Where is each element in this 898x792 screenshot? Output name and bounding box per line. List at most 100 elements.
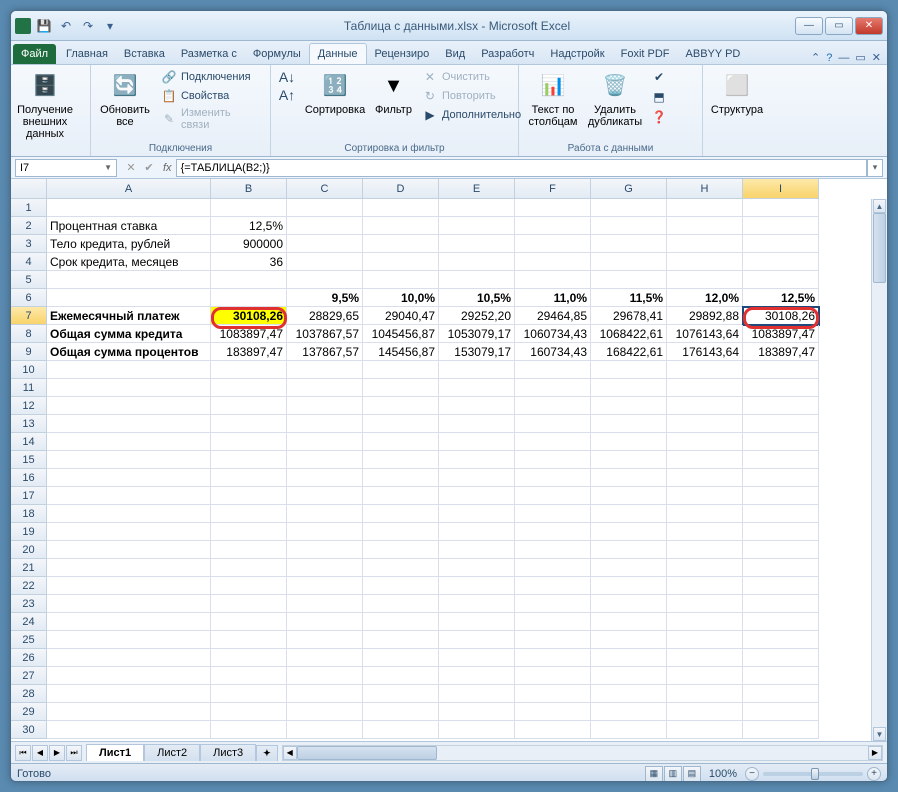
col-header-B[interactable]: B (211, 179, 287, 199)
cell[interactable] (667, 253, 743, 271)
cell[interactable] (591, 271, 667, 289)
cell[interactable] (743, 433, 819, 451)
cell[interactable] (363, 199, 439, 217)
row-header[interactable]: 2 (11, 217, 47, 235)
cell[interactable]: Общая сумма кредита (47, 325, 211, 343)
cell[interactable] (439, 235, 515, 253)
cell[interactable] (743, 487, 819, 505)
cell[interactable] (47, 685, 211, 703)
cell[interactable] (515, 487, 591, 505)
cell[interactable] (211, 451, 287, 469)
cell[interactable] (211, 289, 287, 307)
cell[interactable] (439, 667, 515, 685)
cell[interactable] (743, 415, 819, 433)
cell[interactable] (211, 613, 287, 631)
cell[interactable] (287, 379, 363, 397)
cell[interactable] (439, 685, 515, 703)
cell[interactable] (439, 523, 515, 541)
cell[interactable] (667, 451, 743, 469)
cell[interactable] (515, 415, 591, 433)
cell[interactable] (515, 253, 591, 271)
cell[interactable] (743, 613, 819, 631)
cell[interactable]: 1083897,47 (743, 325, 819, 343)
cell[interactable]: Процентная ставка (47, 217, 211, 235)
cell[interactable] (743, 541, 819, 559)
cell[interactable]: 28829,65 (287, 307, 363, 325)
text-to-columns-button[interactable]: 📊 Текст по столбцам (525, 68, 581, 130)
cell[interactable] (439, 487, 515, 505)
reapply-button[interactable]: ↻Повторить (420, 87, 523, 105)
cell[interactable] (667, 469, 743, 487)
cell[interactable] (363, 361, 439, 379)
cell[interactable] (287, 487, 363, 505)
cell[interactable] (211, 667, 287, 685)
cell[interactable] (363, 415, 439, 433)
cell[interactable] (287, 433, 363, 451)
redo-icon[interactable]: ↷ (79, 17, 97, 35)
cell[interactable]: 145456,87 (363, 343, 439, 361)
cell[interactable] (47, 415, 211, 433)
doc-close-icon[interactable]: ✕ (872, 51, 881, 64)
cell[interactable] (591, 199, 667, 217)
cell[interactable] (667, 235, 743, 253)
select-all-corner[interactable] (11, 179, 47, 199)
fx-icon[interactable]: fx (163, 162, 172, 174)
cell[interactable] (363, 631, 439, 649)
cell[interactable] (515, 523, 591, 541)
cell[interactable] (667, 541, 743, 559)
row-header[interactable]: 25 (11, 631, 47, 649)
cell[interactable] (667, 217, 743, 235)
connections-button[interactable]: 🔗Подключения (159, 68, 264, 86)
cell[interactable] (287, 361, 363, 379)
cell[interactable] (667, 199, 743, 217)
row-header[interactable]: 27 (11, 667, 47, 685)
cell[interactable]: 153079,17 (439, 343, 515, 361)
tab-Разметка с[interactable]: Разметка с (173, 44, 245, 64)
undo-icon[interactable]: ↶ (57, 17, 75, 35)
cell[interactable] (591, 469, 667, 487)
cell[interactable] (439, 199, 515, 217)
col-header-I[interactable]: I (743, 179, 819, 199)
cell[interactable] (287, 451, 363, 469)
cell[interactable] (591, 433, 667, 451)
cell[interactable] (287, 415, 363, 433)
cell[interactable] (47, 667, 211, 685)
cell[interactable]: 1053079,17 (439, 325, 515, 343)
cell[interactable] (363, 253, 439, 271)
cell[interactable] (667, 271, 743, 289)
cell[interactable]: 1060734,43 (515, 325, 591, 343)
cell[interactable]: 1083897,47 (211, 325, 287, 343)
cell[interactable] (591, 397, 667, 415)
cell[interactable] (47, 289, 211, 307)
namebox-dropdown-icon[interactable]: ▼ (104, 163, 112, 172)
cell[interactable] (515, 541, 591, 559)
ribbon-minimize-icon[interactable]: ⌃ (811, 51, 820, 64)
row-header[interactable]: 4 (11, 253, 47, 271)
cell[interactable] (47, 451, 211, 469)
whatif-button[interactable]: ❓ (649, 108, 669, 126)
cell[interactable]: 183897,47 (211, 343, 287, 361)
name-box[interactable]: I7▼ (15, 159, 117, 177)
spreadsheet-grid[interactable]: ABCDEFGHI 12Процентная ставка12,5%3Тело … (11, 179, 887, 741)
cell[interactable] (515, 433, 591, 451)
cell[interactable] (667, 559, 743, 577)
scroll-down-icon[interactable]: ▼ (873, 727, 886, 741)
sheet-tab-Лист2[interactable]: Лист2 (144, 744, 200, 761)
row-header[interactable]: 11 (11, 379, 47, 397)
cell[interactable] (211, 469, 287, 487)
cell[interactable] (47, 505, 211, 523)
cell[interactable] (515, 721, 591, 739)
cell[interactable] (667, 613, 743, 631)
cell[interactable] (743, 217, 819, 235)
cell[interactable] (515, 559, 591, 577)
cell[interactable] (591, 541, 667, 559)
zoom-out-button[interactable]: − (745, 767, 759, 781)
cell[interactable] (47, 487, 211, 505)
cell[interactable] (591, 577, 667, 595)
zoom-in-button[interactable]: + (867, 767, 881, 781)
cell[interactable] (515, 613, 591, 631)
cell[interactable] (743, 559, 819, 577)
cell[interactable] (667, 721, 743, 739)
cell[interactable] (439, 397, 515, 415)
maximize-button[interactable]: ▭ (825, 17, 853, 35)
